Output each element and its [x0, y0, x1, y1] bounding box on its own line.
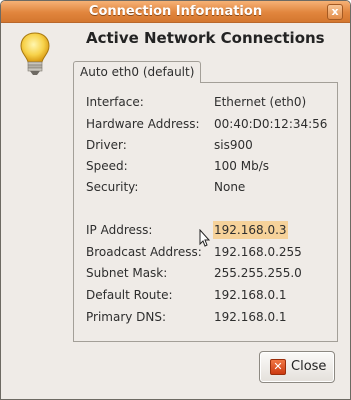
- close-icon: ✕: [270, 359, 286, 375]
- default-route-value[interactable]: 192.168.0.1: [214, 286, 287, 304]
- subnet-mask-row: Subnet Mask: 255.255.255.0: [86, 264, 334, 282]
- primary-dns-value[interactable]: 192.168.0.1: [214, 308, 287, 326]
- broadcast-address-label: Broadcast Address:: [86, 245, 202, 259]
- speed-value: 100 Mb/s: [214, 159, 269, 173]
- text-cursor-icon: [199, 229, 211, 247]
- security-value: None: [214, 180, 246, 194]
- security-row: Security: None: [86, 178, 334, 196]
- default-route-label: Default Route:: [86, 288, 173, 302]
- driver-row: Driver: sis900: [86, 136, 334, 154]
- driver-label: Driver:: [86, 138, 127, 152]
- close-button[interactable]: ✕ Close: [259, 351, 335, 383]
- hardware-address-row: Hardware Address: 00:40:D0:12:34:56: [86, 115, 334, 133]
- broadcast-address-value[interactable]: 192.168.0.255: [214, 243, 302, 261]
- speed-row: Speed: 100 Mb/s: [86, 157, 334, 175]
- default-route-row: Default Route: 192.168.0.1: [86, 286, 334, 304]
- titlebar[interactable]: Connection Information x: [1, 1, 350, 23]
- security-label: Security:: [86, 180, 139, 194]
- window-title: Connection Information: [88, 4, 263, 19]
- tab-auto-eth0[interactable]: Auto eth0 (default): [73, 61, 202, 83]
- ip-address-value[interactable]: 192.168.0.3: [213, 221, 288, 239]
- window-close-icon[interactable]: x: [327, 4, 343, 20]
- close-button-label: Close: [291, 359, 327, 374]
- connection-info-dialog: Connection Information x Active Network …: [0, 0, 351, 400]
- dialog-heading: Active Network Connections: [86, 29, 325, 47]
- interface-value: Ethernet (eth0): [214, 95, 307, 109]
- driver-value: sis900: [214, 138, 253, 152]
- lightbulb-icon: [20, 32, 50, 75]
- speed-label: Speed:: [86, 159, 128, 173]
- interface-row: Interface: Ethernet (eth0): [86, 93, 334, 111]
- primary-dns-label: Primary DNS:: [86, 310, 167, 324]
- connection-details-panel: Interface: Ethernet (eth0) Hardware Addr…: [73, 82, 338, 342]
- interface-label: Interface:: [86, 95, 144, 109]
- hardware-address-label: Hardware Address:: [86, 117, 200, 131]
- subnet-mask-value[interactable]: 255.255.255.0: [214, 264, 302, 282]
- ip-address-label: IP Address:: [86, 223, 153, 237]
- subnet-mask-label: Subnet Mask:: [86, 266, 168, 280]
- primary-dns-row: Primary DNS: 192.168.0.1: [86, 308, 334, 326]
- hardware-address-value: 00:40:D0:12:34:56: [214, 117, 328, 131]
